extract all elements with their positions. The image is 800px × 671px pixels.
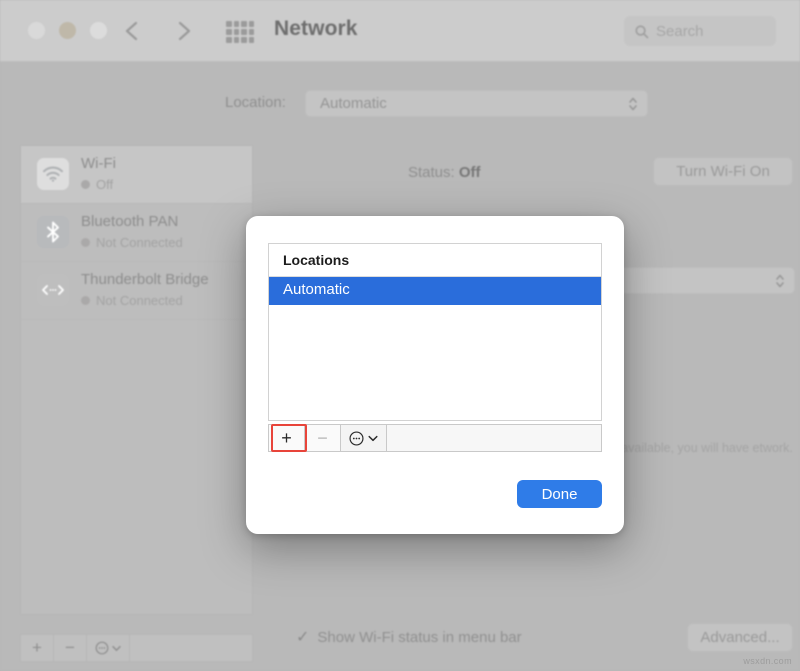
checkbox-label: Show Wi-Fi status in menu bar <box>317 628 522 646</box>
page-title: Network <box>274 17 358 40</box>
list-item[interactable]: Automatic <box>269 277 601 305</box>
chevron-down-icon <box>112 645 121 651</box>
bluetooth-icon <box>37 216 69 248</box>
wifi-icon <box>37 158 69 190</box>
chevron-down-icon <box>368 435 378 441</box>
locations-list-header: Locations <box>269 244 601 277</box>
location-dropdown[interactable]: Automatic <box>305 90 648 117</box>
up-down-chevron-icon <box>628 95 638 113</box>
advanced-button[interactable]: Advanced... <box>687 623 793 652</box>
remove-interface-button[interactable]: − <box>54 635 87 661</box>
back-button[interactable] <box>116 14 150 48</box>
sidebar-item-status: Not Connected <box>81 293 183 308</box>
status-dot <box>81 238 90 247</box>
sidebar-item-label: Bluetooth PAN <box>81 213 179 230</box>
show-wifi-status-checkbox[interactable]: ✓ Show Wi-Fi status in menu bar <box>296 627 522 647</box>
screen: Network Search Location: Automatic Wi-Fi… <box>0 0 800 671</box>
window-toolbar: Network Search <box>0 0 800 62</box>
up-down-chevron-icon <box>775 272 785 290</box>
add-location-button[interactable]: + <box>269 425 305 451</box>
search-input[interactable]: Search <box>624 16 776 46</box>
done-button[interactable]: Done <box>517 480 602 508</box>
sidebar-item-status: Not Connected <box>81 235 183 250</box>
sidebar-item-status: Off <box>81 177 113 192</box>
action-menu-icon <box>95 641 109 655</box>
locations-dialog[interactable]: Locations Automatic + − Done <box>246 216 624 534</box>
wifi-status-line: Status: Off <box>408 164 481 181</box>
location-row: Location: Automatic <box>0 90 800 120</box>
traffic-lights <box>28 22 107 39</box>
checkmark-icon: ✓ <box>296 629 310 646</box>
close-button[interactable] <box>28 22 45 39</box>
show-all-preferences-icon[interactable] <box>226 21 254 43</box>
locations-button-bar: + − <box>268 424 602 452</box>
watermark: wsxdn.com <box>743 656 792 666</box>
sidebar-item-thunderbolt-bridge[interactable]: Thunderbolt Bridge Not Connected <box>21 262 252 320</box>
sidebar-item-wifi[interactable]: Wi-Fi Off <box>21 146 252 204</box>
location-label: Location: <box>225 94 286 111</box>
network-interface-list[interactable]: Wi-Fi Off Bluetooth PAN Not Connected Th… <box>20 145 253 615</box>
thunderbolt-icon <box>37 274 69 306</box>
search-placeholder: Search <box>656 22 704 40</box>
sidebar-item-label: Thunderbolt Bridge <box>81 271 209 288</box>
sidebar-item-label: Wi-Fi <box>81 155 116 172</box>
sidebar-item-bluetooth-pan[interactable]: Bluetooth PAN Not Connected <box>21 204 252 262</box>
interface-list-buttons: + − <box>20 634 253 662</box>
status-dot <box>81 296 90 305</box>
status-label: Status: <box>408 164 455 181</box>
status-dot <box>81 180 90 189</box>
location-action-menu-button[interactable] <box>341 425 387 451</box>
button-bar-filler <box>387 425 601 451</box>
forward-button[interactable] <box>166 14 200 48</box>
zoom-button[interactable] <box>90 22 107 39</box>
remove-location-button: − <box>305 425 341 451</box>
location-value: Automatic <box>320 95 387 112</box>
action-menu-icon <box>349 430 364 446</box>
status-value: Off <box>458 164 481 181</box>
button-bar-filler <box>130 635 252 661</box>
minimize-button[interactable] <box>59 22 76 39</box>
turn-wifi-on-button[interactable]: Turn Wi-Fi On <box>653 157 793 186</box>
add-interface-button[interactable]: + <box>21 635 54 661</box>
search-icon <box>635 24 649 38</box>
interface-action-menu-button[interactable] <box>87 635 130 661</box>
locations-list[interactable]: Locations Automatic <box>268 243 602 421</box>
